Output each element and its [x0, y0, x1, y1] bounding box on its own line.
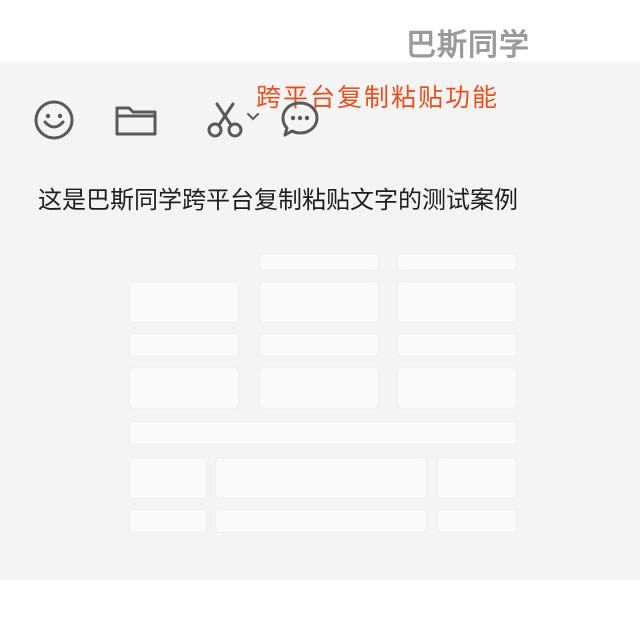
ghost-key [260, 282, 378, 322]
chat-bubble-icon [278, 98, 322, 142]
ghost-key [216, 458, 426, 498]
ghost-key [260, 368, 378, 408]
ghost-key [438, 510, 516, 532]
ghost-key [130, 422, 516, 444]
input-toolbar [30, 98, 350, 142]
emoji-button[interactable] [30, 98, 78, 142]
file-button[interactable] [112, 98, 160, 142]
ghost-key [398, 254, 516, 270]
chevron-down-icon [246, 112, 260, 122]
watermark-logo: 巴斯同学 [406, 28, 530, 63]
ghost-key [130, 510, 206, 532]
ghost-key [398, 282, 516, 322]
screenshot-button[interactable] [194, 98, 266, 142]
ghost-key [260, 334, 378, 356]
ghost-key [398, 368, 516, 408]
keyboard-ghost-overlay [120, 226, 530, 556]
emoji-icon [32, 98, 76, 142]
message-text[interactable]: 这是巴斯同学跨平台复制粘贴文字的测试案例 [38, 180, 518, 215]
ghost-key [130, 458, 206, 498]
screen: 巴斯同学 跨平台复制粘贴功能 这是巴斯同学跨平台复制粘贴文字的测试案例 [0, 0, 640, 640]
folder-icon [113, 100, 159, 140]
ghost-key [216, 510, 426, 532]
ghost-key [438, 458, 516, 498]
ghost-key [398, 334, 516, 356]
ghost-key [260, 254, 378, 270]
chat-history-button[interactable] [276, 98, 324, 142]
ghost-key [130, 368, 238, 408]
ghost-key [130, 334, 238, 356]
ghost-key [130, 282, 238, 322]
